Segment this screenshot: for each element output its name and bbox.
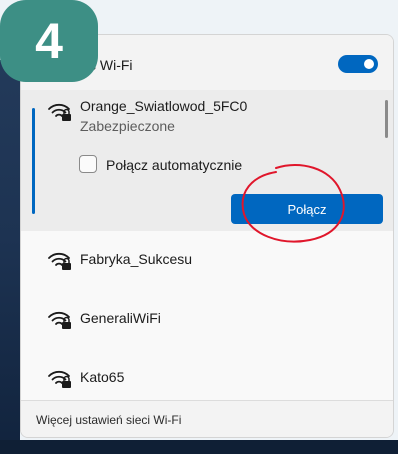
wifi-quick-settings-panel: ć Wi-Fi Orange_Swiatlowod_5FC0 Zabezpiec… [20,34,394,438]
network-item-generaliwifi[interactable]: GeneraliWiFi [21,288,393,345]
wifi-secured-icon [48,311,71,329]
auto-connect-label: Połącz automatycznie [106,157,243,173]
auto-connect-checkbox[interactable] [79,155,97,173]
wifi-secured-icon [48,252,71,270]
network-item-orange-swiatlowod[interactable]: Orange_Swiatlowod_5FC0 Zabezpieczone Poł… [21,90,393,231]
network-security-status: Zabezpieczone [80,118,175,134]
wifi-secured-icon [48,370,71,388]
selection-indicator [32,108,35,214]
taskbar-edge [0,440,398,454]
network-name: GeneraliWiFi [80,310,161,326]
toggle-knob [364,59,374,69]
connect-button[interactable]: Połącz [231,194,383,224]
wifi-secured-icon [48,103,71,121]
network-item-kato65[interactable]: Kato65 [21,345,393,400]
scrollbar-thumb[interactable] [385,100,388,138]
step-number: 4 [35,13,63,69]
network-list: Orange_Swiatlowod_5FC0 Zabezpieczone Poł… [21,90,393,400]
panel-footer: Więcej ustawień sieci Wi-Fi [21,400,393,437]
network-item-fabryka-sukcesu[interactable]: Fabryka_Sukcesu [21,231,393,288]
network-name: Orange_Swiatlowod_5FC0 [80,98,248,114]
more-wifi-settings-link[interactable]: Więcej ustawień sieci Wi-Fi [36,413,181,427]
wifi-toggle[interactable] [338,55,378,73]
network-name: Fabryka_Sukcesu [80,251,193,267]
desktop-background [0,60,20,454]
network-name: Kato65 [80,369,125,385]
step-number-badge: 4 [0,0,98,82]
